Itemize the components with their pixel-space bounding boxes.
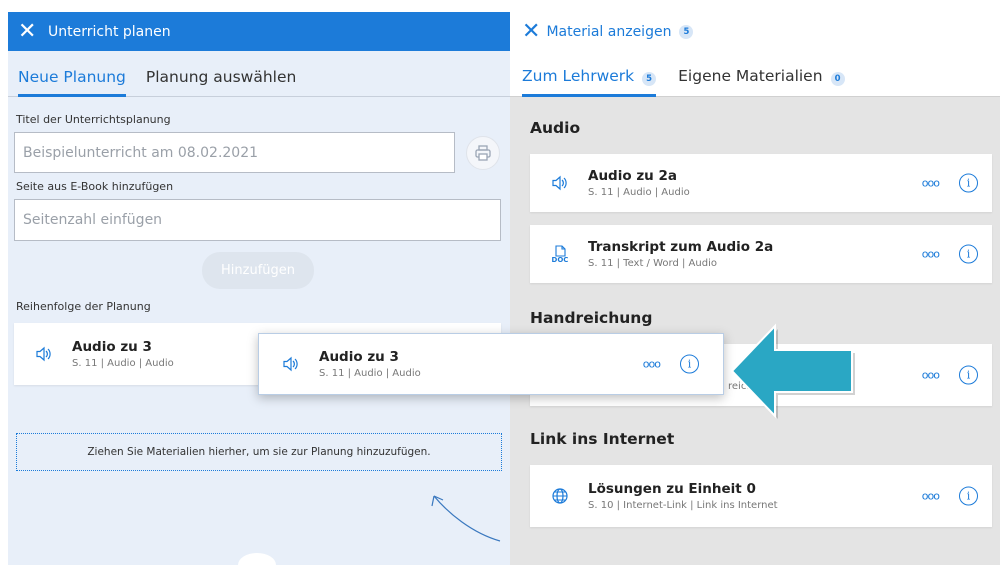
order-label: Reihenfolge der Planung [16, 300, 151, 313]
speaker-icon [546, 175, 574, 191]
page-number-input[interactable]: Seitenzahl einfügen [14, 199, 501, 241]
add-button[interactable]: Hinzufügen [202, 252, 314, 289]
info-icon[interactable]: i [959, 244, 978, 264]
material-tabs: Zum Lehrwerk 5 Eigene Materialien 0 [510, 51, 1000, 97]
more-options-icon[interactable]: ooo [922, 369, 940, 382]
drop-zone[interactable]: Ziehen Sie Materialien hierher, um sie z… [16, 433, 502, 471]
more-options-icon[interactable]: ooo [922, 177, 940, 190]
info-icon[interactable]: i [959, 173, 978, 193]
plan-item-title: Audio zu 3 [72, 339, 152, 355]
material-header: ✕ Material anzeigen 5 [510, 12, 1000, 51]
section-title-audio: Audio [530, 119, 581, 137]
info-icon[interactable]: i [959, 365, 978, 385]
tab-neue-planung[interactable]: Neue Planung [18, 68, 126, 97]
doc-icon-label: DOC [551, 255, 569, 264]
doc-icon: DOC [546, 244, 574, 264]
material-item-transkript[interactable]: DOC Transkript zum Audio 2a S. 11 | Text… [530, 225, 992, 283]
material-item-loesungen[interactable]: Lösungen zu Einheit 0 S. 10 | Internet-L… [530, 465, 992, 527]
speaker-icon [277, 356, 305, 372]
tab-planung-auswaehlen[interactable]: Planung auswählen [146, 68, 296, 96]
section-title-link-ins-internet: Link ins Internet [530, 430, 675, 448]
material-item-title: Lösungen zu Einheit 0 [588, 481, 756, 497]
tab-zum-lehrwerk-label: Zum Lehrwerk [522, 67, 635, 85]
more-options-icon[interactable]: ooo [922, 490, 940, 503]
title-label: Titel der Unterrichtsplanung [16, 113, 171, 126]
tab-zum-lehrwerk[interactable]: Zum Lehrwerk 5 [522, 67, 657, 97]
material-item-title: Audio zu 2a [588, 168, 677, 184]
planning-tabs: Neue Planung Planung auswählen [8, 51, 510, 97]
globe-icon [546, 487, 574, 505]
material-item-meta: S. 10 | Internet-Link | Link ins Interne… [588, 500, 778, 511]
page-label: Seite aus E-Book hinzufügen [16, 180, 174, 193]
close-icon[interactable]: ✕ [18, 20, 40, 43]
tab-zum-lehrwerk-badge: 5 [642, 72, 657, 86]
print-button[interactable] [466, 136, 500, 170]
material-item-meta: S. 11 | Text / Word | Audio [588, 258, 717, 269]
printer-icon [475, 145, 491, 161]
tab-eigene-materialien-badge: 0 [830, 72, 845, 86]
dragged-item-meta: S. 11 | Audio | Audio [319, 368, 421, 379]
info-icon[interactable]: i [959, 486, 978, 506]
tab-eigene-materialien-label: Eigene Materialien [678, 67, 823, 85]
more-options-icon[interactable]: ooo [643, 358, 661, 371]
section-title-handreichung: Handreichung [530, 309, 653, 327]
material-item-title: Transkript zum Audio 2a [588, 239, 774, 255]
tab-eigene-materialien[interactable]: Eigene Materialien 0 [678, 67, 845, 96]
material-count-badge: 5 [679, 24, 694, 39]
dragged-material-card[interactable]: Audio zu 3 S. 11 | Audio | Audio ooo i [258, 333, 724, 395]
dragged-item-title: Audio zu 3 [319, 349, 399, 365]
material-header-title: Material anzeigen [546, 23, 672, 40]
planning-header: ✕ Unterricht planen [8, 12, 510, 51]
title-input[interactable]: Beispielunterricht am 08.02.2021 [14, 132, 455, 173]
material-item-meta: S. 11 | Audio | Audio [588, 187, 690, 198]
plan-item-meta: S. 11 | Audio | Audio [72, 358, 174, 369]
more-options-icon[interactable]: ooo [922, 248, 940, 261]
material-item-meta-fragment: reichun [728, 381, 766, 392]
close-icon[interactable]: ✕ [522, 20, 540, 43]
info-icon[interactable]: i [680, 354, 699, 374]
speaker-icon [30, 346, 58, 362]
material-item-audio-2a[interactable]: Audio zu 2a S. 11 | Audio | Audio ooo i [530, 154, 992, 212]
planning-header-title: Unterricht planen [48, 23, 171, 40]
